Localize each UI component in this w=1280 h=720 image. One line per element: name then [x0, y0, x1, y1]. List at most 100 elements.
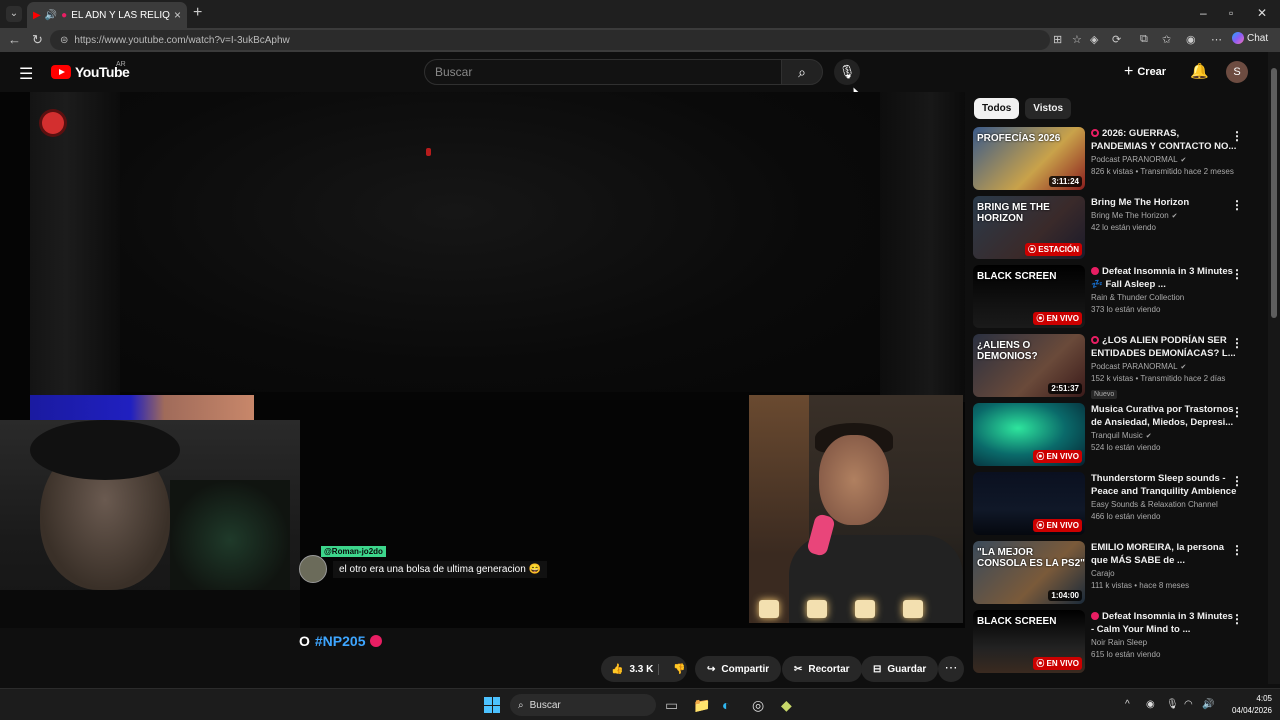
- tray-app-icon[interactable]: ◉: [1146, 699, 1155, 710]
- more-menu-icon[interactable]: ⋯: [1211, 33, 1222, 46]
- video-menu-icon[interactable]: ⋮: [1231, 129, 1243, 143]
- edge-browser-icon[interactable]: ◐: [722, 697, 730, 713]
- video-menu-icon[interactable]: ⋮: [1231, 198, 1243, 212]
- avatar[interactable]: S: [1226, 61, 1248, 83]
- reload-icon[interactable]: ↻: [32, 32, 43, 48]
- obs-icon[interactable]: ◎: [752, 697, 764, 714]
- sidebar-video-item[interactable]: BRING ME THE HORIZON ⦿ ESTACIÓN Bring Me T…: [973, 196, 1268, 260]
- video-hashtag[interactable]: #NP205: [315, 633, 366, 649]
- channel-name[interactable]: Noir Rain Sleep: [1091, 638, 1237, 647]
- video-title[interactable]: Defeat Insomnia in 3 Minutes - Calm Your…: [1091, 610, 1237, 636]
- video-menu-icon[interactable]: ⋮: [1231, 612, 1243, 626]
- browser-tab[interactable]: ▶ 🔊 ● EL ADN Y LAS RELIQUIAS ×: [27, 2, 187, 28]
- video-menu-icon[interactable]: ⋮: [1231, 543, 1243, 557]
- page-scrollbar[interactable]: [1268, 52, 1280, 684]
- volume-icon[interactable]: 🔊: [1202, 699, 1214, 710]
- more-actions-button[interactable]: ⋯: [938, 656, 964, 682]
- live-badge: ⦿ EN VIVO: [1033, 657, 1082, 670]
- hamburger-menu-icon[interactable]: ☰: [19, 64, 33, 84]
- video-title[interactable]: EMILIO MOREIRA, la persona que MÁS SABE …: [1091, 541, 1237, 567]
- scrollbar-thumb[interactable]: [1271, 68, 1277, 318]
- youtube-header: ☰ YouTube AR ⌕ 🎙 + Crear 🔔 S: [0, 52, 1268, 92]
- video-menu-icon[interactable]: ⋮: [1231, 474, 1243, 488]
- chip-todos[interactable]: Todos: [974, 98, 1020, 119]
- tray-mic-icon[interactable]: 🎙: [1166, 699, 1179, 710]
- video-thumbnail[interactable]: BRING ME THE HORIZON ⦿ ESTACIÓN: [973, 196, 1085, 259]
- copilot-chat-button[interactable]: Chat: [1232, 32, 1268, 44]
- start-button[interactable]: [484, 697, 500, 713]
- sidebar-video-item[interactable]: "LA MEJOR CONSOLA ES LA PS2" 1:04:00 EMILI…: [973, 541, 1268, 605]
- video-menu-icon[interactable]: ⋮: [1231, 405, 1243, 419]
- video-title[interactable]: Thunderstorm Sleep sounds - Peace and Tr…: [1091, 472, 1237, 498]
- video-thumbnail[interactable]: PROFECÍAS 2026 3:11:24: [973, 127, 1085, 190]
- url-field[interactable]: ⊜ https://www.youtube.com/watch?v=I-3ukB…: [50, 30, 1050, 50]
- chat-overlay-message: @Roman-jo2do el otro era una bolsa de ul…: [299, 546, 548, 583]
- video-title[interactable]: Defeat Insomnia in 3 Minutes 💤 Fall Asle…: [1091, 265, 1237, 291]
- clip-button[interactable]: ✂ Recortar: [782, 656, 862, 682]
- video-menu-icon[interactable]: ⋮: [1231, 336, 1243, 350]
- app-icon[interactable]: ◆: [781, 697, 792, 714]
- file-explorer-icon[interactable]: 📁: [693, 697, 710, 714]
- video-background: [30, 92, 880, 392]
- collections-icon[interactable]: ⧉: [1140, 33, 1148, 46]
- like-button[interactable]: 👍 3.3 K: [601, 663, 659, 675]
- favorites-icon[interactable]: ✩: [1162, 33, 1171, 46]
- video-thumbnail[interactable]: BLACK SCREEN ⦿ EN VIVO: [973, 265, 1085, 328]
- video-title[interactable]: ¿LOS ALIEN PODRÍAN SER ENTIDADES DEMONÍA…: [1091, 334, 1237, 360]
- video-info: Bring Me The Horizon Bring Me The Horizon…: [1091, 196, 1237, 232]
- chip-vistos[interactable]: Vistos: [1025, 98, 1072, 119]
- tab-actions-menu-icon[interactable]: ⌄: [6, 6, 22, 22]
- video-thumbnail[interactable]: ⦿ EN VIVO: [973, 403, 1085, 466]
- video-thumbnail[interactable]: BLACK SCREEN ⦿ EN VIVO: [973, 610, 1085, 673]
- tray-expand-icon[interactable]: ^: [1125, 699, 1130, 710]
- video-thumbnail[interactable]: ¿ALIENS O DEMONIOS? 2:51:37: [973, 334, 1085, 397]
- favorite-star-icon[interactable]: ☆: [1072, 33, 1082, 46]
- minimize-icon[interactable]: –: [1200, 6, 1207, 20]
- share-button[interactable]: ↪ Compartir: [695, 656, 782, 682]
- sidebar-video-item[interactable]: BLACK SCREEN ⦿ EN VIVO Defeat Insomnia in …: [973, 610, 1268, 674]
- sidebar-video-item[interactable]: ⦿ EN VIVO Thunderstorm Sleep sounds - Pea…: [973, 472, 1268, 536]
- close-tab-icon[interactable]: ×: [174, 8, 181, 22]
- verified-icon: ✔: [1180, 156, 1187, 164]
- sidebar-video-item[interactable]: ⦿ EN VIVO Musica Curativa por Trastornos …: [973, 403, 1268, 467]
- refresh-extension-icon[interactable]: ⟳: [1112, 33, 1121, 46]
- taskbar-search[interactable]: ⌕ Buscar: [510, 694, 656, 716]
- voice-search-button[interactable]: 🎙: [834, 59, 860, 85]
- video-title-text: EMILIO MOREIRA, la persona que MÁS SABE …: [1091, 542, 1225, 566]
- audio-playing-icon[interactable]: 🔊: [45, 10, 57, 21]
- video-player[interactable]: @Roman-jo2do el otro era una bolsa de ul…: [0, 92, 965, 628]
- channel-name[interactable]: Podcast PARANORMAL ✔: [1091, 362, 1237, 371]
- video-thumbnail[interactable]: "LA MEJOR CONSOLA ES LA PS2" 1:04:00: [973, 541, 1085, 604]
- profile-icon[interactable]: ◉: [1186, 33, 1196, 46]
- back-arrow-icon[interactable]: ←: [8, 32, 21, 47]
- video-title[interactable]: Bring Me The Horizon: [1091, 196, 1237, 209]
- create-button[interactable]: + Crear: [1124, 63, 1166, 81]
- video-menu-icon[interactable]: ⋮: [1231, 267, 1243, 281]
- split-screen-icon[interactable]: ⊞: [1053, 33, 1062, 46]
- channel-name[interactable]: Rain & Thunder Collection: [1091, 293, 1237, 302]
- site-info-icon[interactable]: ⊜: [60, 35, 68, 46]
- channel-name[interactable]: Easy Sounds & Relaxation Channel: [1091, 500, 1237, 509]
- channel-name[interactable]: Bring Me The Horizon ✔: [1091, 211, 1237, 220]
- sidebar-video-item[interactable]: BLACK SCREEN ⦿ EN VIVO Defeat Insomnia in …: [973, 265, 1268, 329]
- notifications-bell-icon[interactable]: 🔔: [1190, 62, 1209, 80]
- video-title[interactable]: 2026: GUERRAS, PANDEMIAS Y CONTACTO NO..…: [1091, 127, 1237, 153]
- save-button[interactable]: ⊟ Guardar: [861, 656, 939, 682]
- search-button[interactable]: ⌕: [781, 59, 823, 85]
- close-window-icon[interactable]: ✕: [1257, 6, 1267, 20]
- dislike-button[interactable]: 👎: [665, 664, 685, 675]
- task-view-icon[interactable]: ▭: [665, 697, 678, 714]
- wifi-icon[interactable]: ◠: [1184, 699, 1193, 710]
- taskbar-clock[interactable]: 4:05 04/04/2026: [1222, 693, 1272, 717]
- extensions-icon[interactable]: ◈: [1090, 33, 1098, 46]
- sidebar-video-item[interactable]: PROFECÍAS 2026 3:11:24 2026: GUERRAS, PAND…: [973, 127, 1268, 191]
- search-input[interactable]: [424, 59, 782, 85]
- new-tab-button[interactable]: +: [193, 4, 202, 22]
- restore-icon[interactable]: ▫: [1229, 6, 1233, 20]
- channel-name[interactable]: Tranquil Music ✔: [1091, 431, 1237, 440]
- sidebar-video-item[interactable]: ¿ALIENS O DEMONIOS? 2:51:37 ¿LOS ALIEN POD…: [973, 334, 1268, 399]
- video-title[interactable]: Musica Curativa por Trastornos de Ansied…: [1091, 403, 1237, 429]
- video-thumbnail[interactable]: ⦿ EN VIVO: [973, 472, 1085, 535]
- channel-name[interactable]: Podcast PARANORMAL ✔: [1091, 155, 1237, 164]
- channel-name[interactable]: Carajo: [1091, 569, 1237, 578]
